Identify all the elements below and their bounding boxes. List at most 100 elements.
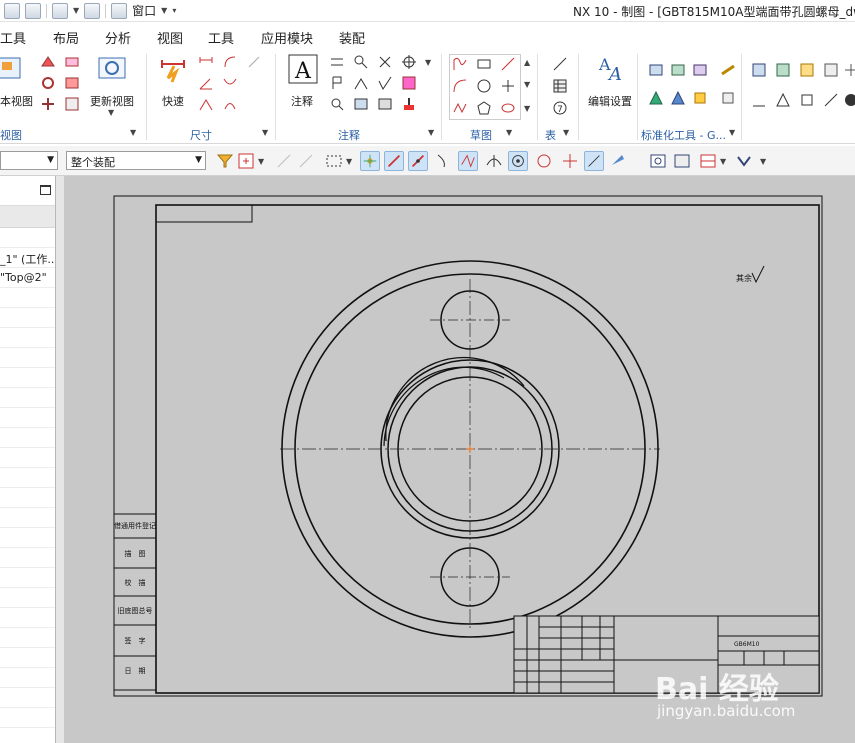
break-view-icon[interactable] (64, 75, 80, 91)
std-tool-icon[interactable] (843, 62, 855, 78)
std-tool-icon[interactable] (751, 92, 767, 108)
angular-dimension-icon[interactable] (198, 75, 214, 91)
update-views-icon[interactable] (97, 54, 127, 84)
surface-finish-symbol[interactable] (751, 265, 765, 284)
window-menu[interactable]: 窗口 (132, 2, 156, 19)
chevron-down-icon[interactable]: ▼ (524, 80, 530, 89)
rectangle-select-icon[interactable] (324, 151, 344, 171)
ordinate-dimension-icon[interactable] (222, 96, 238, 112)
tab-tools-left[interactable]: 工具 (0, 28, 26, 47)
std-tool-icon[interactable] (751, 62, 767, 78)
std-tool-icon[interactable] (692, 90, 708, 106)
customize-icon[interactable]: ▾ (172, 6, 176, 15)
type-filter-select[interactable]: ▼ (0, 151, 58, 170)
chevron-up-icon[interactable]: ▲ (524, 58, 530, 67)
profile-icon[interactable] (452, 56, 468, 72)
tabular-note-icon[interactable] (552, 56, 568, 72)
region-fill-icon[interactable] (377, 96, 393, 112)
image-icon[interactable] (353, 96, 369, 112)
tab-assembly[interactable]: 装配 (339, 28, 365, 47)
maximize-icon[interactable] (40, 185, 51, 195)
chamfer-dimension-icon[interactable] (246, 54, 262, 70)
chevron-down-icon[interactable]: ▼ (425, 58, 431, 67)
ellipse-icon[interactable] (500, 100, 516, 116)
quadrant-point-icon[interactable] (534, 151, 554, 171)
break-out-icon[interactable] (40, 96, 56, 112)
chevron-down-icon[interactable]: ▼ (720, 157, 726, 166)
drawing-sheet[interactable]: 借通用件登记 描 图 校 描 旧底图总号 签 字 日 期 其余 GB6M10 (64, 176, 855, 743)
note-icon[interactable]: A (288, 54, 318, 84)
detail-view-icon[interactable] (40, 75, 56, 91)
triangle-icon[interactable] (775, 92, 791, 108)
intersection-point-icon[interactable] (458, 151, 478, 171)
update-views-label[interactable]: 更新视图 (90, 93, 134, 109)
graphics-window[interactable]: 借通用件登记 描 图 校 描 旧底图总号 签 字 日 期 其余 GB6M10 (64, 176, 855, 743)
parts-list-icon[interactable] (552, 78, 568, 94)
target-point-icon[interactable] (401, 54, 417, 70)
group-expand-icon[interactable]: ▼ (428, 128, 434, 137)
rectangle-icon[interactable] (476, 56, 492, 72)
tab-view[interactable]: 视图 (157, 28, 183, 47)
splitter[interactable] (56, 176, 64, 743)
snap-point-icon[interactable] (360, 151, 380, 171)
datum-target-icon[interactable] (329, 75, 345, 91)
projected-view-icon[interactable] (40, 54, 56, 70)
point-on-curve-icon[interactable] (584, 151, 604, 171)
deselect-icon[interactable] (274, 151, 294, 171)
chevron-down-icon[interactable]: ▼ (161, 6, 167, 15)
view-boundary-icon[interactable] (64, 96, 80, 112)
existing-point-icon[interactable] (560, 151, 580, 171)
tab-layout[interactable]: 布局 (53, 28, 79, 47)
selection-scope-select[interactable]: 整个装配 ▼ (66, 151, 206, 170)
std-tool-icon[interactable] (692, 62, 708, 78)
circle-icon[interactable] (476, 78, 492, 94)
weld-symbol-icon[interactable] (353, 75, 369, 91)
window-icon[interactable] (111, 2, 128, 19)
base-view-icon[interactable] (0, 54, 24, 84)
group-expand-icon[interactable]: ▼ (506, 128, 512, 137)
snap-settings-icon[interactable] (608, 151, 628, 171)
select-all-icon[interactable] (236, 151, 256, 171)
filter-icon[interactable] (215, 151, 235, 171)
view-style-icon[interactable] (672, 151, 692, 171)
rapid-dimension-label[interactable]: 快速 (162, 93, 184, 109)
tab-analysis[interactable]: 分析 (105, 28, 131, 47)
balloon-icon[interactable]: 7 (552, 100, 568, 116)
std-tool-icon[interactable] (775, 62, 791, 78)
datum-feature-icon[interactable] (353, 54, 369, 70)
control-point-icon[interactable] (434, 151, 454, 171)
feature-control-frame-icon[interactable] (329, 54, 345, 70)
selection-tool-icon[interactable] (296, 151, 316, 171)
chevron-down-icon[interactable]: ▼ (346, 157, 352, 166)
square-icon[interactable] (799, 92, 815, 108)
surface-finish-note[interactable]: 其余 (736, 273, 752, 283)
std-tool-icon[interactable] (799, 62, 815, 78)
edit-settings-icon[interactable]: AA (595, 52, 625, 82)
surface-finish-icon[interactable] (377, 75, 393, 91)
chevron-down-icon[interactable]: ▼ (108, 108, 114, 117)
tab-tools[interactable]: 工具 (208, 28, 234, 47)
linear-dimension-icon[interactable] (198, 54, 214, 70)
group-expand-icon[interactable]: ▼ (130, 128, 136, 137)
end-point-icon[interactable] (384, 151, 404, 171)
chevron-down-icon[interactable]: ▼ (760, 157, 766, 166)
part-view-top[interactable] (280, 260, 660, 638)
gallery-more-icon[interactable]: ▼ (524, 104, 530, 113)
group-expand-icon[interactable]: ▼ (262, 128, 268, 137)
mid-point-icon[interactable] (408, 151, 428, 171)
navigator-row-view[interactable]: "Top@2" (0, 268, 55, 288)
std-tool-icon[interactable] (823, 62, 839, 78)
zoom-annotation-icon[interactable] (329, 96, 345, 112)
radial-dimension-icon[interactable] (222, 54, 238, 70)
arc-icon[interactable] (452, 78, 468, 94)
arc-length-dimension-icon[interactable] (198, 96, 214, 112)
save-icon[interactable] (4, 2, 20, 19)
std-tool-icon[interactable] (648, 62, 664, 78)
base-view-label[interactable]: 本视图 (0, 93, 33, 109)
tab-application[interactable]: 应用模块 (261, 28, 313, 47)
polygon-icon[interactable] (476, 100, 492, 116)
chevron-down-icon[interactable]: ▼ (258, 157, 264, 166)
paint-icon[interactable] (401, 96, 417, 112)
navigator-row-sheet[interactable]: _1" (工作... (0, 248, 55, 268)
std-tool-icon[interactable] (670, 62, 686, 78)
